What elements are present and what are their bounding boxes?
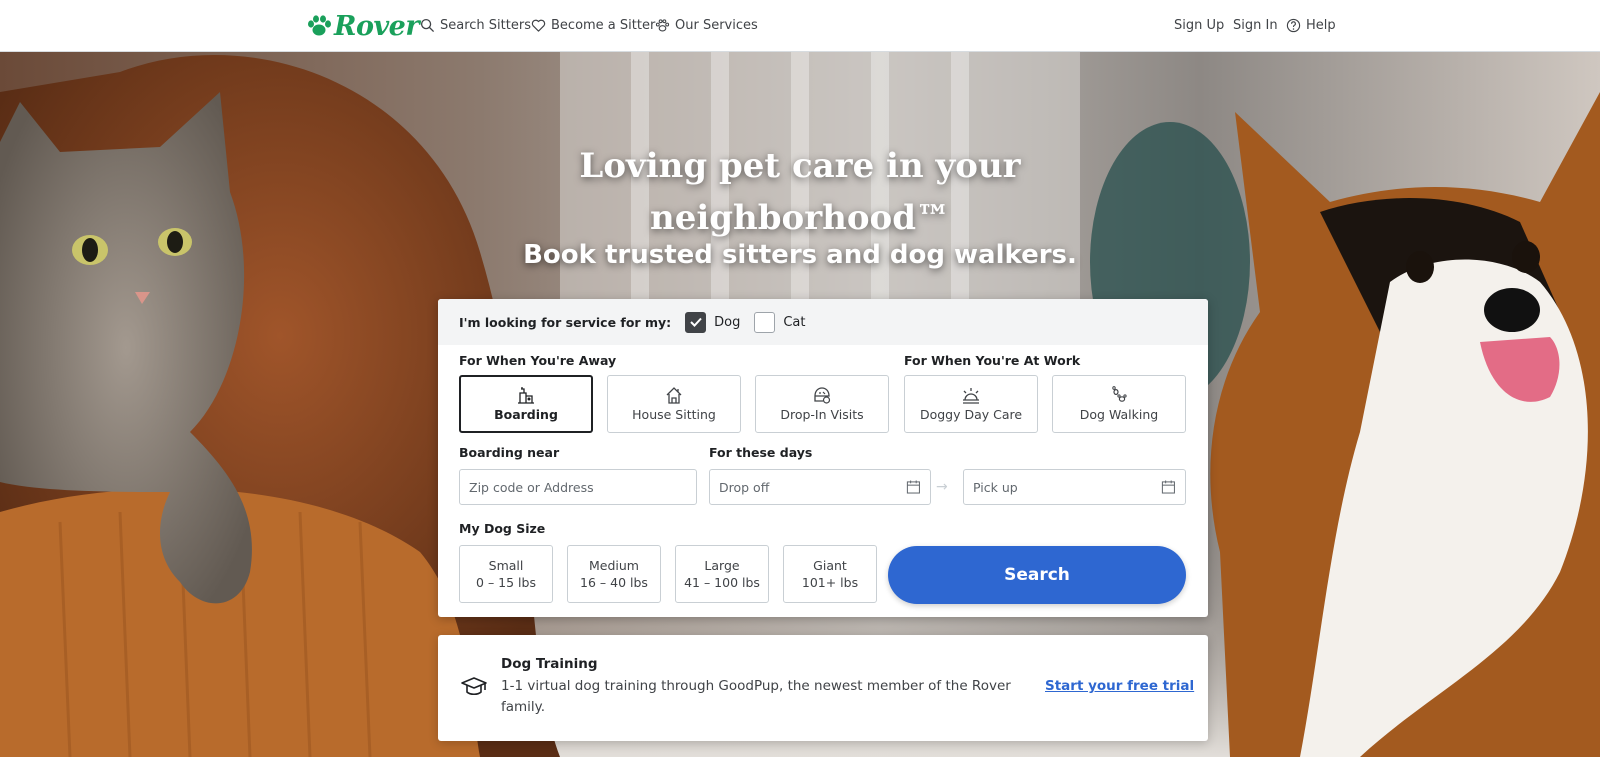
dog-checkbox[interactable]: Dog [685,311,741,333]
calendar-icon[interactable] [906,479,921,495]
dog-checkbox-box[interactable] [685,311,707,333]
dropoff-field[interactable] [709,469,931,505]
size-giant-button[interactable]: Giant 101+ lbs [783,545,877,603]
paw-logo-icon [308,15,331,36]
nav-label: Search Sitters [440,17,531,33]
hero-subtitle: Book trusted sitters and dog walkers. [523,240,1077,270]
service-house-sitting[interactable]: House Sitting [607,375,741,433]
free-trial-link[interactable]: Start your free trial [1045,678,1194,694]
help-icon [1286,18,1301,32]
service-boarding[interactable]: Boarding [459,375,593,433]
size-name: Large [704,558,740,573]
cat-checkbox-label: Cat [783,314,806,330]
pickup-input[interactable] [973,479,1162,495]
hero-title-line-2: neighborhood™ [650,198,950,238]
date-range-arrow-icon: → [936,479,948,495]
dog-training-promo: Dog Training 1-1 virtual dog training th… [438,635,1208,741]
hero-title: Loving pet care in your neighborhood™ [0,140,1600,244]
drop-in-icon [814,387,831,404]
location-field[interactable] [459,469,697,505]
nav-label: Help [1306,17,1336,33]
size-medium-button[interactable]: Medium 16 – 40 lbs [567,545,661,603]
work-section-label: For When You're At Work [904,353,1081,368]
dropoff-input[interactable] [719,479,907,495]
pet-type-bar: I'm looking for service for my: Dog Cat [438,299,1208,345]
cat-checkbox[interactable]: Cat [754,311,806,333]
boarding-icon [518,387,534,404]
size-range: 0 – 15 lbs [476,575,536,590]
pet-type-prompt: I'm looking for service for my: [459,314,672,330]
house-sitting-icon [666,387,682,404]
location-input[interactable] [469,479,687,495]
nav-help[interactable]: Help [1286,14,1336,36]
dog-checkbox-label: Dog [714,314,741,330]
heart-icon [531,19,546,32]
nav-label: Sign Up [1174,17,1225,33]
size-range: 16 – 40 lbs [580,575,648,590]
service-label: Doggy Day Care [919,407,1023,422]
size-name: Giant [813,558,847,573]
service-drop-in-visits[interactable]: Drop-In Visits [755,375,889,433]
nav-sign-up[interactable]: Sign Up [1174,14,1224,36]
service-doggy-day-care[interactable]: Doggy Day Care [904,375,1038,433]
size-range: 101+ lbs [801,575,859,590]
location-label: Boarding near [459,445,560,460]
nav-label: Become a Sitter [551,17,656,33]
brand-name: Rover [334,10,420,42]
cat-checkbox-box[interactable] [754,311,776,333]
size-name: Medium [589,558,639,573]
service-dog-walking[interactable]: Dog Walking [1052,375,1186,433]
day-care-icon [963,388,979,404]
paw-icon [655,18,670,31]
search-form-card: I'm looking for service for my: Dog Cat … [438,299,1208,617]
nav-our-services[interactable]: Our Services [655,14,758,36]
calendar-icon[interactable] [1161,479,1176,495]
size-small-button[interactable]: Small 0 – 15 lbs [459,545,553,603]
search-button[interactable]: Search [888,546,1186,604]
promo-title: Dog Training [501,656,598,672]
service-label: Dog Walking [1079,407,1159,422]
nav-become-sitter[interactable]: Become a Sitter [531,14,655,36]
nav-search-sitters[interactable]: Search Sitters [420,14,531,36]
dates-label: For these days [709,445,813,460]
hero-section: Loving pet care in your neighborhood™ Bo… [0,52,1600,757]
service-label: House Sitting [632,407,716,422]
pickup-field[interactable] [963,469,1186,505]
hero-title-line-1: Loving pet care in your [579,146,1021,186]
dog-size-label: My Dog Size [459,521,546,536]
nav-sign-in[interactable]: Sign In [1233,14,1278,36]
size-large-button[interactable]: Large 41 – 100 lbs [675,545,769,603]
size-name: Small [488,558,524,573]
service-label: Drop-In Visits [780,407,864,422]
promo-description: 1-1 virtual dog training through GoodPup… [501,678,1011,715]
nav-label: Our Services [675,17,758,33]
rover-logo[interactable]: Rover [306,8,420,44]
dog-walking-icon [1112,386,1127,402]
site-header: Rover Search Sitters Become a Sitter Our… [0,0,1600,52]
checkmark-icon [689,317,702,327]
nav-label: Sign In [1233,17,1278,33]
away-section-label: For When You're Away [459,353,617,368]
service-label: Boarding [494,407,558,422]
search-icon [420,18,435,32]
graduation-cap-icon [461,677,487,696]
size-range: 41 – 100 lbs [684,575,760,590]
